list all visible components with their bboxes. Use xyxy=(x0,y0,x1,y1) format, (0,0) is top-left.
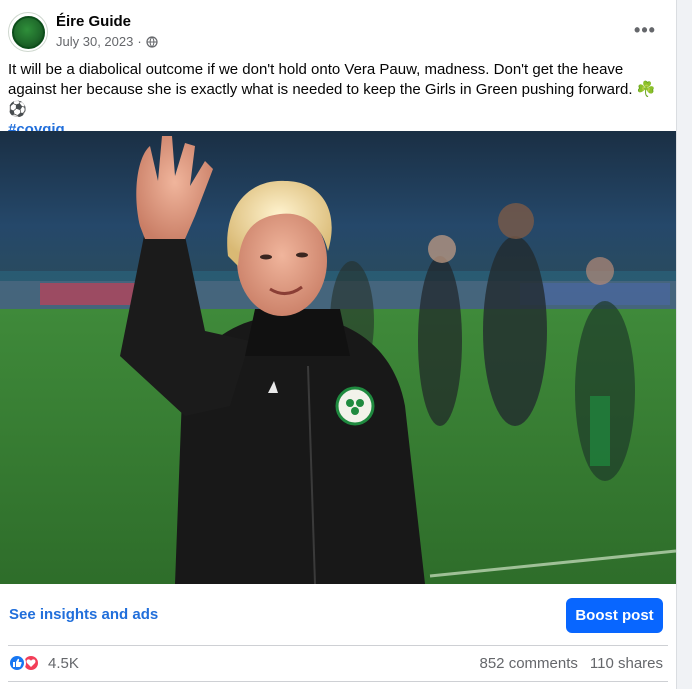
photo-woman-waving-on-pitch xyxy=(0,131,676,584)
post-text: It will be a diabolical outcome if we do… xyxy=(8,60,668,140)
page-logo-icon xyxy=(11,15,45,49)
see-insights-link[interactable]: See insights and ads xyxy=(9,606,158,623)
comments-count[interactable]: 852 comments xyxy=(480,655,578,672)
boost-post-button[interactable]: Boost post xyxy=(566,598,663,633)
post-body: It will be a diabolical outcome if we do… xyxy=(8,61,656,118)
globe-icon[interactable] xyxy=(146,35,158,48)
meta-separator: · xyxy=(137,34,142,49)
like-icon xyxy=(8,654,26,672)
post-photo[interactable] xyxy=(0,131,676,584)
reactions-summary[interactable]: 4.5K xyxy=(8,654,79,672)
post-date[interactable]: July 30, 2023 xyxy=(56,34,133,49)
bottom-divider xyxy=(8,681,668,682)
divider xyxy=(8,645,668,646)
post-card: Éire Guide July 30, 2023 · ••• It will b… xyxy=(0,0,676,689)
author-name[interactable]: Éire Guide xyxy=(56,13,131,30)
shares-count[interactable]: 110 shares xyxy=(590,655,663,672)
engagement-counts: 852 comments 110 shares xyxy=(480,655,664,672)
post-meta: July 30, 2023 · xyxy=(56,34,158,49)
reaction-count[interactable]: 4.5K xyxy=(48,655,79,672)
more-options-icon[interactable]: ••• xyxy=(628,16,662,44)
page-avatar[interactable] xyxy=(8,12,48,52)
page-background-edge xyxy=(676,0,692,689)
